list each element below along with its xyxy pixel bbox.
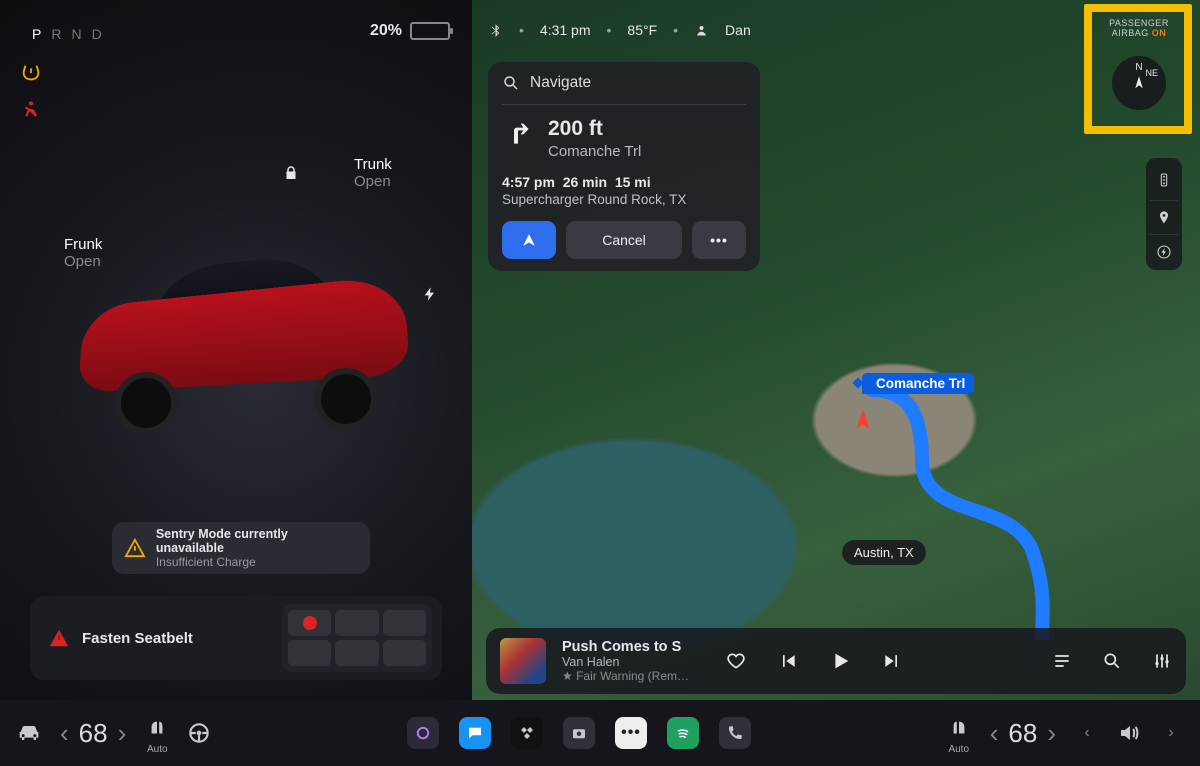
track-album: Fair Warning (Rem…	[576, 669, 689, 683]
trip-destination: Supercharger Round Rock, TX	[502, 192, 746, 207]
tidal-app[interactable]	[511, 717, 543, 749]
play-button[interactable]	[829, 650, 851, 672]
battery-percent: 20%	[370, 22, 402, 40]
trip-stats: 4:57 pm 26 min 15 mi	[502, 174, 651, 190]
vehicle-pane: PRND 20% Frunk Open	[0, 0, 472, 700]
navigate-label: Navigate	[530, 74, 591, 92]
status-time: 4:31 pm	[540, 22, 591, 38]
prnd-indicator: PRND	[32, 26, 112, 42]
sentry-warning-card[interactable]: Sentry Mode currently unavailable Insuff…	[112, 522, 370, 574]
volume-button[interactable]	[1114, 718, 1144, 748]
previous-track-button[interactable]	[777, 650, 799, 672]
media-player: Push Comes to S Van Halen ★ Fair Warning…	[486, 628, 1186, 694]
traffic-light-button[interactable]	[1150, 166, 1178, 194]
supercharger-button[interactable]	[1150, 234, 1178, 262]
gear-r: R	[51, 26, 71, 42]
navigate-search[interactable]: Navigate	[502, 74, 746, 92]
fasten-text: Fasten Seatbelt	[82, 630, 193, 647]
lock-icon	[282, 164, 300, 182]
passenger-temp-control: ‹ 68 ›	[986, 714, 1060, 753]
favorite-button[interactable]	[725, 650, 747, 672]
turn-right-icon	[502, 117, 534, 149]
map-pane[interactable]: Comanche Trl Austin, TX • 4:31 pm • 85°F…	[472, 0, 1200, 700]
driver-seat-heater-button[interactable]	[142, 712, 172, 742]
current-position-marker	[850, 407, 876, 433]
sentry-line1: Sentry Mode currently unavailable	[156, 527, 358, 555]
bottom-dock: ‹ 68 › Auto ••• Auto ‹	[0, 700, 1200, 766]
next-turn: 200 ft Comanche Trl	[502, 117, 746, 160]
media-search-button[interactable]	[1102, 651, 1122, 671]
map-status-bar: • 4:31 pm • 85°F • Dan	[488, 22, 751, 38]
dashcam-app[interactable]	[407, 717, 439, 749]
map-side-rail	[1146, 158, 1182, 270]
alert-triangle-icon	[48, 627, 70, 649]
phone-app[interactable]	[719, 717, 751, 749]
seat-occupancy-grid[interactable]	[282, 604, 432, 672]
gear-d: D	[92, 26, 112, 42]
passenger-temp-up[interactable]: ›	[1043, 714, 1060, 753]
passenger-seat-heater-button[interactable]	[944, 712, 974, 742]
vehicle-visualization	[0, 120, 472, 490]
bluetooth-icon[interactable]	[488, 23, 503, 38]
album-art[interactable]	[500, 638, 546, 684]
driver-temp-control: ‹ 68 ›	[56, 714, 130, 753]
gear-n: N	[71, 26, 91, 42]
nav-overview-button[interactable]	[502, 221, 556, 259]
bolt-icon	[422, 286, 438, 302]
spotify-app[interactable]	[667, 717, 699, 749]
car-controls-button[interactable]	[14, 718, 44, 748]
track-artist: Van Halen	[562, 655, 689, 669]
charge-port-button[interactable]	[422, 286, 438, 302]
user-icon[interactable]	[694, 23, 709, 38]
volume-down-button[interactable]: ‹	[1072, 718, 1102, 748]
battery-status[interactable]: 20%	[370, 22, 450, 40]
passenger-temp-down[interactable]: ‹	[986, 714, 1003, 753]
route-overview-icon	[519, 230, 539, 250]
status-temp: 85°F	[627, 22, 657, 38]
volume-up-button[interactable]: ›	[1156, 718, 1186, 748]
seatbelt-warning-icon	[20, 98, 42, 120]
trunk-button[interactable]: Trunk Open	[354, 156, 392, 190]
tire-pressure-warning-icon	[20, 62, 42, 84]
next-track-button[interactable]	[881, 650, 903, 672]
warning-triangle-icon	[124, 537, 146, 559]
search-icon	[502, 74, 520, 92]
driver-temp-down[interactable]: ‹	[56, 714, 73, 753]
pin-button[interactable]	[1150, 200, 1178, 228]
all-apps-button[interactable]: •••	[615, 717, 647, 749]
lock-button[interactable]	[282, 164, 300, 182]
passenger-temp-value[interactable]: 68	[1008, 718, 1037, 749]
camera-app[interactable]	[563, 717, 595, 749]
frunk-button[interactable]: Frunk Open	[64, 236, 102, 270]
status-user[interactable]: Dan	[725, 22, 751, 38]
nav-more-button[interactable]: •••	[692, 221, 746, 259]
map-city-pill: Austin, TX	[842, 540, 926, 565]
battery-icon	[410, 22, 450, 40]
queue-button[interactable]	[1052, 651, 1072, 671]
steering-heat-button[interactable]	[184, 718, 214, 748]
navigation-card: Navigate 200 ft Comanche Trl 4:57 pm 26 …	[488, 62, 760, 271]
seatbelt-strip: Fasten Seatbelt	[30, 596, 442, 680]
nav-cancel-button[interactable]: Cancel	[566, 221, 682, 259]
sentry-line2: Insufficient Charge	[156, 555, 358, 569]
map-road-label: Comanche Trl	[862, 373, 974, 394]
route-line	[852, 380, 1112, 640]
gear-p: P	[32, 26, 51, 42]
driver-temp-value[interactable]: 68	[79, 718, 108, 749]
equalizer-button[interactable]	[1152, 651, 1172, 671]
track-title: Push Comes to S	[562, 639, 689, 655]
annotation-highlight	[1084, 4, 1192, 134]
messages-app[interactable]	[459, 717, 491, 749]
driver-temp-up[interactable]: ›	[114, 714, 131, 753]
